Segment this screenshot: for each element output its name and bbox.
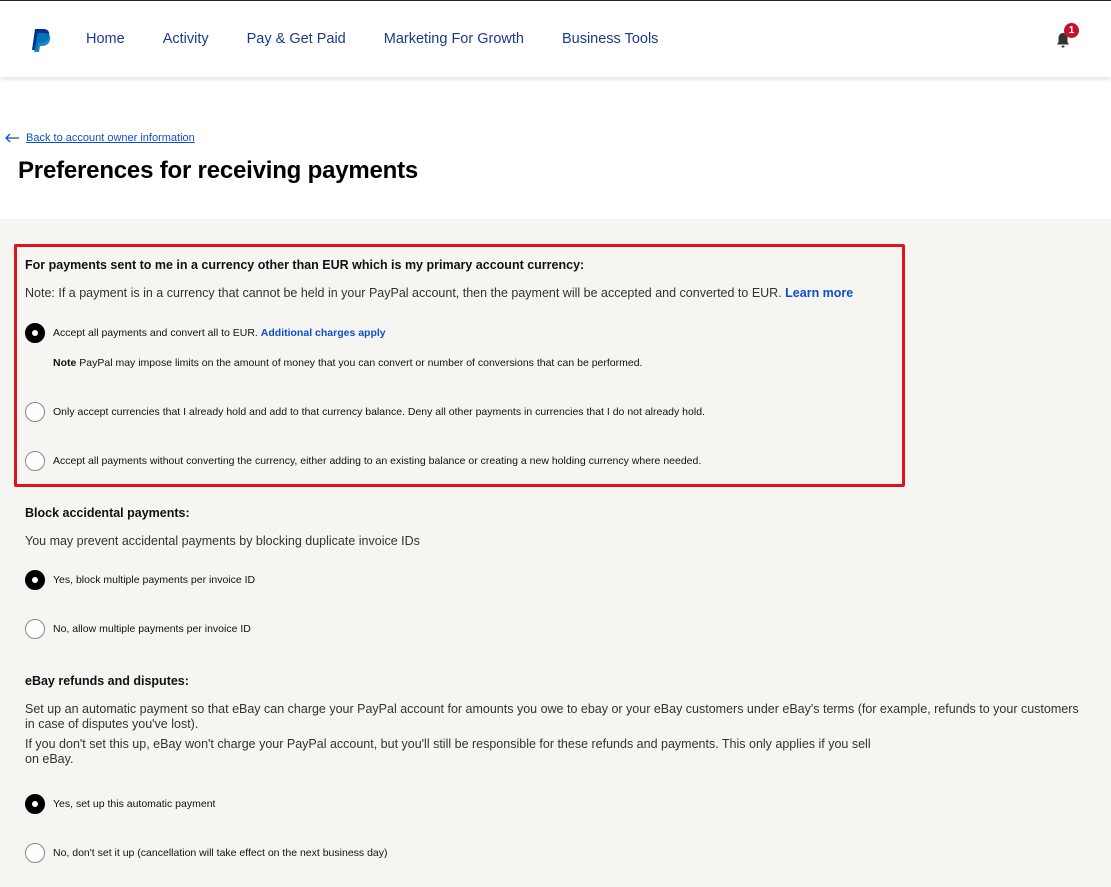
radio-button-selected[interactable] — [25, 570, 45, 590]
currency-section-note: Note: If a payment is in a currency that… — [25, 286, 853, 301]
radio-button[interactable] — [25, 843, 45, 863]
convert-all-label: Accept all payments and convert all to E… — [53, 327, 258, 339]
radio-label: Accept all payments without converting t… — [53, 455, 702, 467]
radio-label: Yes, set up this automatic payment — [53, 798, 216, 810]
radio-button-selected[interactable] — [25, 323, 45, 343]
block-payments-heading: Block accidental payments: — [25, 506, 190, 520]
additional-charges-link[interactable]: Additional charges apply — [261, 327, 386, 339]
nav-marketing-for-growth[interactable]: Marketing For Growth — [384, 31, 524, 47]
radio-label: Accept all payments and convert all to E… — [53, 327, 386, 339]
radio-convert-all-to-eur[interactable]: Accept all payments and convert all to E… — [25, 323, 386, 343]
radio-ebay-dont-setup[interactable]: No, don't set it up (cancellation will t… — [25, 843, 388, 863]
page-title: Preferences for receiving payments — [18, 157, 419, 184]
ebay-description-2: If you don't set this up, eBay won't cha… — [25, 737, 871, 766]
radio-label: Yes, block multiple payments per invoice… — [53, 574, 256, 586]
currency-note-text: Note: If a payment is in a currency that… — [25, 286, 782, 300]
radio-button[interactable] — [25, 402, 45, 422]
ebay-description-1: Set up an automatic payment so that eBay… — [25, 702, 1079, 731]
radio-block-duplicate-invoice[interactable]: Yes, block multiple payments per invoice… — [25, 570, 255, 590]
nav-activity[interactable]: Activity — [163, 31, 209, 47]
radio-label: No, don't set it up (cancellation will t… — [53, 847, 388, 859]
block-payments-description: You may prevent accidental payments by b… — [25, 534, 420, 548]
learn-more-link[interactable]: Learn more — [785, 286, 853, 300]
radio-accept-without-converting[interactable]: Accept all payments without converting t… — [25, 451, 701, 471]
radio-label: Only accept currencies that I already ho… — [53, 406, 705, 418]
radio-label: No, allow multiple payments per invoice … — [53, 623, 251, 635]
main-nav: Home Activity Pay & Get Paid Marketing F… — [86, 31, 696, 47]
radio-only-held-currencies[interactable]: Only accept currencies that I already ho… — [25, 402, 705, 422]
radio-button[interactable] — [25, 619, 45, 639]
currency-section-heading: For payments sent to me in a currency ot… — [25, 258, 585, 272]
nav-business-tools[interactable]: Business Tools — [562, 31, 658, 47]
radio-button-selected[interactable] — [25, 794, 45, 814]
conversion-limits-note: Note PayPal may impose limits on the amo… — [53, 357, 642, 369]
top-navigation-bar: Home Activity Pay & Get Paid Marketing F… — [0, 0, 1111, 77]
note-text: PayPal may impose limits on the amount o… — [79, 357, 643, 369]
radio-allow-duplicate-invoice[interactable]: No, allow multiple payments per invoice … — [25, 619, 251, 639]
nav-home[interactable]: Home — [86, 31, 125, 47]
paypal-logo-icon[interactable] — [30, 28, 52, 52]
arrow-left-icon — [5, 133, 19, 143]
nav-pay-and-get-paid[interactable]: Pay & Get Paid — [247, 31, 346, 47]
back-link-label: Back to account owner information — [26, 132, 195, 144]
back-to-account-owner-link[interactable]: Back to account owner information — [4, 132, 195, 144]
ebay-section-heading: eBay refunds and disputes: — [25, 674, 189, 688]
radio-ebay-setup-payment[interactable]: Yes, set up this automatic payment — [25, 794, 215, 814]
note-prefix: Note — [53, 357, 77, 369]
radio-button[interactable] — [25, 451, 45, 471]
notification-count-badge: 1 — [1064, 23, 1079, 38]
